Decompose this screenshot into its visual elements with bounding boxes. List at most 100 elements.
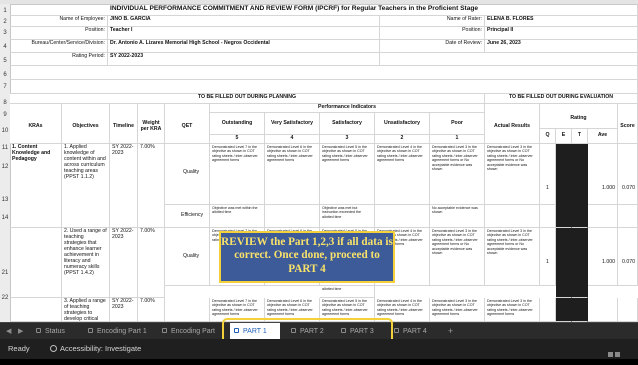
row-number[interactable]: 8 (0, 100, 10, 106)
row-number[interactable]: 3 (0, 30, 10, 36)
actual-results-cell[interactable]: Demonstrated Level 3 in the objective as… (485, 228, 540, 286)
empty-row[interactable] (10, 66, 638, 80)
objective-cell[interactable]: 1. Applied knowledge of content within a… (62, 144, 110, 228)
header-weight[interactable]: Weight per KRA (138, 104, 165, 144)
review-date-value[interactable]: June 26, 2023 (485, 40, 638, 53)
row-number[interactable]: 4 (0, 44, 10, 50)
row-number[interactable]: 10 (0, 128, 10, 134)
page-layout-icon[interactable] (615, 352, 620, 357)
employee-label[interactable]: Name of Employee: (10, 16, 108, 27)
objective-cell[interactable]: 2. Used a range of teaching strategies t… (62, 228, 110, 298)
unsatisfactory-cell[interactable] (375, 205, 430, 228)
header-n5[interactable]: 5 (210, 135, 265, 144)
rating-ave-cell[interactable] (588, 298, 618, 322)
kra-cell[interactable] (10, 298, 62, 322)
employee-value[interactable]: JINO B. GARCIA (108, 16, 380, 27)
poor-cell[interactable]: Demonstrated Level 3 in the objective as… (430, 144, 485, 205)
rating-t-cell[interactable] (572, 298, 588, 322)
rating-q-cell[interactable] (540, 205, 556, 228)
add-sheet-button[interactable]: + (448, 323, 453, 340)
satisfactory-cell[interactable]: allotted time (320, 286, 375, 298)
row-number[interactable]: 7 (0, 84, 10, 90)
actual-results-cell[interactable] (485, 205, 540, 228)
accessibility-status[interactable]: Accessibility: Investigate (50, 339, 141, 359)
rater-position-label[interactable]: Position: (380, 27, 485, 40)
row-number[interactable]: 14 (0, 215, 10, 221)
header-score[interactable]: Score (618, 104, 638, 144)
tab-status[interactable]: Status (32, 323, 84, 340)
position-label[interactable]: Position: (10, 27, 108, 40)
header-qet[interactable]: QET (165, 104, 210, 144)
row-number[interactable]: 13 (0, 197, 10, 203)
form-title[interactable]: INDIVIDUAL PERFORMANCE COMMITMENT AND RE… (10, 4, 638, 16)
next-sheet-arrow-icon[interactable]: ▶ (18, 323, 23, 340)
qet-cell[interactable]: Quality (165, 228, 210, 286)
row-number[interactable]: 6 (0, 72, 10, 78)
very-satisfactory-cell[interactable]: Demonstrated Level 6 in the objective as… (265, 144, 320, 205)
poor-cell[interactable]: No acceptable evidence was shown (430, 205, 485, 228)
timeline-cell[interactable]: SY 2022-2023 (110, 144, 138, 228)
header-objectives[interactable]: Objectives (62, 104, 110, 144)
header-n3[interactable]: 3 (320, 135, 375, 144)
kra-cell[interactable]: 1. Content Knowledge and Pedagogy (10, 144, 62, 228)
header-actual-results[interactable]: Actual Results (485, 104, 540, 144)
timeline-cell[interactable]: SY 2022-2023 (110, 298, 138, 322)
weight-cell[interactable]: 7.00% (138, 298, 165, 322)
rater-position-value[interactable]: Principal II (485, 27, 638, 40)
score-cell[interactable]: 0.070 (618, 228, 638, 286)
empty-row[interactable] (10, 80, 638, 94)
timeline-cell[interactable]: SY 2022-2023 (110, 228, 138, 298)
actual-results-cell[interactable]: Demonstrated Level 3 in the objective as… (485, 298, 540, 322)
rating-q-cell[interactable]: 1 (540, 144, 556, 205)
row-number[interactable]: 2 (0, 19, 10, 25)
position-value[interactable]: Teacher I (108, 27, 380, 40)
rating-period-value[interactable]: SY 2022-2023 (108, 53, 380, 66)
rater-value[interactable]: ELENA B. FLORES (485, 16, 638, 27)
rating-q-cell[interactable]: 1 (540, 228, 556, 286)
header-kras[interactable]: KRAs (10, 104, 62, 144)
header-very-satisfactory[interactable]: Very Satisfactory (265, 113, 320, 135)
poor-cell[interactable]: Demonstrated Level 3 in the objective as… (430, 228, 485, 286)
qet-cell[interactable]: Quality (165, 144, 210, 205)
header-timeline[interactable]: Timeline (110, 104, 138, 144)
header-unsatisfactory[interactable]: Unsatisfactory (375, 113, 430, 135)
header-n1[interactable]: 1 (430, 135, 485, 144)
row-number[interactable]: 22 (0, 295, 10, 301)
header-poor[interactable]: Poor (430, 113, 485, 135)
header-ave[interactable]: Ave (588, 129, 618, 144)
planning-header[interactable]: TO BE FILLED OUT DURING PLANNING (10, 94, 485, 104)
rating-e-cell[interactable] (556, 144, 572, 228)
score-cell[interactable]: 0.070 (618, 144, 638, 205)
rating-ave-cell[interactable]: 1.000 (588, 144, 618, 205)
rating-q-cell[interactable] (540, 298, 556, 322)
row-number[interactable]: 12 (0, 164, 10, 170)
satisfactory-cell[interactable]: Demonstrated Level 5 in the objective as… (320, 144, 375, 205)
objective-cell[interactable]: 3. Applied a range of teaching strategie… (62, 298, 110, 322)
score-cell[interactable] (618, 298, 638, 322)
outstanding-cell[interactable]: Demonstrated Level 7 in the objective as… (210, 144, 265, 205)
bureau-label[interactable]: Bureau/Center/Service/Division: (10, 40, 108, 53)
rating-t-cell[interactable] (572, 228, 588, 298)
rating-t-cell[interactable] (572, 144, 588, 228)
header-e[interactable]: E (556, 129, 572, 144)
header-q[interactable]: Q (540, 129, 556, 144)
rating-period-label[interactable]: Rating Period: (10, 53, 108, 66)
header-satisfactory[interactable]: Satisfactory (320, 113, 375, 135)
score-cell[interactable] (618, 205, 638, 228)
very-satisfactory-cell[interactable] (265, 205, 320, 228)
poor-cell[interactable]: Demonstrated Level 3 in the objective as… (430, 298, 485, 322)
unsatisfactory-cell[interactable]: Demonstrated Level 4 in the objective as… (375, 144, 430, 205)
rating-e-cell[interactable] (556, 228, 572, 298)
actual-results-cell[interactable]: Demonstrated Level 3 in the objective as… (485, 144, 540, 205)
rater-label[interactable]: Name of Rater: (380, 16, 485, 27)
rating-e-cell[interactable] (556, 298, 572, 322)
qet-cell[interactable] (165, 298, 210, 322)
view-controls[interactable] (606, 345, 630, 357)
evaluation-header[interactable]: TO BE FILLED OUT DURING EVALUATION (485, 94, 638, 104)
rating-ave-cell[interactable] (588, 205, 618, 228)
row-number[interactable]: 5 (0, 58, 10, 64)
weight-cell[interactable]: 7.00% (138, 228, 165, 298)
tab-encoding-part[interactable]: Encoding Part (158, 323, 224, 340)
weight-cell[interactable]: 7.00% (138, 144, 165, 228)
outstanding-cell[interactable]: Objective was met within the allotted ti… (210, 205, 265, 228)
